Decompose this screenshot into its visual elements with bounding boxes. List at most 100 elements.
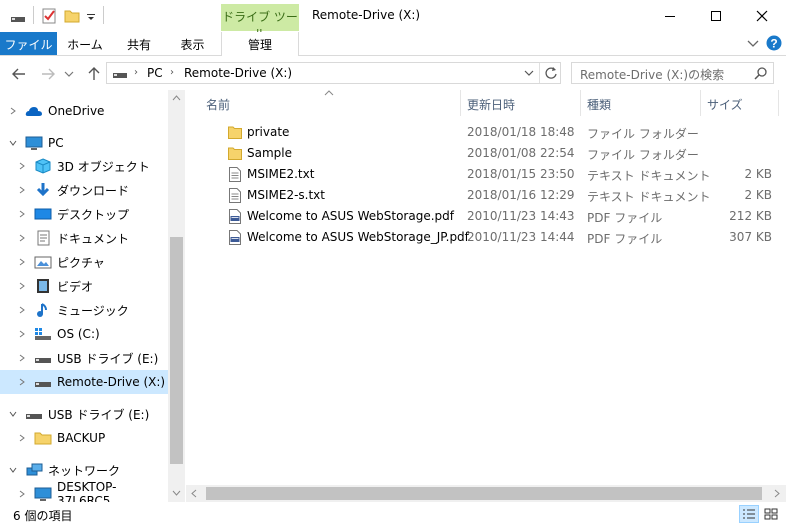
tab-manage[interactable]: 管理 (221, 32, 299, 56)
svg-text:?: ? (770, 37, 777, 51)
minimize-button[interactable] (647, 0, 693, 31)
nav-scrollbar[interactable] (168, 90, 185, 502)
nav-scroll-thumb[interactable] (170, 237, 183, 464)
back-button[interactable] (9, 64, 29, 84)
drive-tools-header: ドライブ ツール (221, 4, 299, 41)
search-icon[interactable] (754, 66, 768, 80)
breadcrumb-remote-drive[interactable]: Remote-Drive (X:) (184, 66, 292, 80)
nav-item-label: ドキュメント (57, 231, 130, 246)
nav-item-desktop-computer[interactable]: DESKTOP-37L6RC5 (0, 480, 168, 502)
nav-item-3d-objects[interactable]: 3D オブジェクト (0, 154, 168, 178)
qat-divider (103, 6, 104, 24)
properties-icon[interactable] (41, 8, 57, 24)
column-separator[interactable] (580, 90, 581, 116)
recent-locations-button[interactable] (62, 64, 76, 84)
address-row: › PC › Remote-Drive (X:) Remote-Drive (X… (0, 57, 786, 90)
qat-divider (33, 6, 34, 24)
details-view-button[interactable] (739, 505, 759, 523)
file-row[interactable]: MSIME2-s.txt 2018/01/16 12:29 テキスト ドキュメン… (206, 185, 776, 206)
tab-share[interactable]: 共有 (113, 32, 165, 55)
chevron-right-icon (10, 107, 16, 115)
maximize-button[interactable] (693, 0, 739, 31)
computer-icon (34, 487, 52, 501)
nav-item-desktop[interactable]: デスクトップ (0, 202, 168, 226)
expand-ribbon-button[interactable] (746, 36, 760, 50)
nav-item-remote-drive[interactable]: Remote-Drive (X:) (0, 370, 168, 394)
nav-item-label: Remote-Drive (X:) (57, 375, 166, 389)
nav-item-downloads[interactable]: ダウンロード (0, 178, 168, 202)
tab-file[interactable]: ファイル (0, 32, 57, 55)
3d-objects-icon (35, 158, 51, 174)
ribbon-tabs: ファイル ホーム 共有 表示 管理 ? (0, 32, 786, 56)
refresh-button[interactable] (544, 66, 558, 80)
file-size: 212 KB (729, 209, 772, 223)
nav-item-onedrive[interactable]: OneDrive (0, 99, 168, 123)
videos-icon (37, 279, 49, 293)
nav-item-label: USB ドライブ (E:) (57, 351, 159, 366)
text-file-icon (229, 188, 241, 203)
nav-item-label: デスクトップ (57, 207, 130, 222)
column-header-date[interactable]: 更新日時 (467, 96, 515, 113)
nav-item-pictures[interactable]: ピクチャ (0, 250, 168, 274)
column-separator[interactable] (700, 90, 701, 116)
nav-item-backup[interactable]: BACKUP (0, 426, 168, 450)
address-divider (539, 63, 540, 83)
chevron-right-icon (19, 234, 25, 242)
address-bar[interactable]: › PC › Remote-Drive (X:) (106, 62, 561, 84)
horizontal-scroll-thumb[interactable] (206, 487, 762, 500)
folder-icon (34, 432, 52, 445)
qat-dropdown-icon[interactable] (86, 8, 96, 24)
help-icon: ? (766, 35, 782, 51)
scroll-down-icon (172, 490, 181, 496)
network-icon (26, 463, 43, 476)
chevron-down-icon (747, 40, 759, 47)
file-type: PDF ファイル (587, 211, 663, 225)
file-row[interactable]: Sample 2018/01/08 22:54 ファイル フォルダー (206, 143, 776, 164)
chevron-down-icon (524, 70, 534, 76)
horizontal-scrollbar[interactable] (186, 485, 786, 502)
maximize-icon (711, 10, 721, 21)
file-row[interactable]: Welcome to ASUS WebStorage_JP.pdf 2010/1… (206, 227, 776, 248)
music-icon (37, 303, 47, 317)
column-header-type[interactable]: 種類 (587, 96, 611, 113)
file-row[interactable]: Welcome to ASUS WebStorage.pdf 2010/11/2… (206, 206, 776, 227)
nav-item-label: OS (C:) (57, 327, 100, 341)
nav-item-documents[interactable]: ドキュメント (0, 226, 168, 250)
column-separator[interactable] (778, 90, 779, 116)
drive-icon (112, 66, 128, 80)
file-name: Welcome to ASUS WebStorage.pdf (247, 209, 454, 223)
new-folder-icon[interactable] (64, 8, 80, 24)
column-header-size[interactable]: サイズ (707, 96, 743, 113)
close-button[interactable] (739, 0, 785, 31)
large-icons-view-icon (764, 508, 778, 520)
nav-item-music[interactable]: ミュージック (0, 298, 168, 322)
nav-item-os-c[interactable]: OS (C:) (0, 322, 168, 346)
tab-view[interactable]: 表示 (165, 32, 220, 55)
nav-item-usb-e[interactable]: USB ドライブ (E:) (0, 346, 168, 370)
up-button[interactable] (84, 64, 104, 84)
title-bar: ドライブ ツール Remote-Drive (X:) (0, 0, 786, 41)
minimize-icon (665, 15, 675, 17)
nav-item-pc[interactable]: PC (0, 131, 168, 155)
scroll-left-icon (191, 489, 197, 498)
breadcrumb-pc[interactable]: PC (147, 66, 163, 80)
address-history-button[interactable] (522, 66, 536, 80)
search-input[interactable]: Remote-Drive (X:)の検索 (580, 66, 724, 83)
tab-home[interactable]: ホーム (57, 32, 113, 55)
nav-item-videos[interactable]: ビデオ (0, 274, 168, 298)
chevron-right-icon (19, 186, 25, 194)
nav-item-label: ダウンロード (57, 183, 130, 198)
column-header-name[interactable]: 名前 (206, 96, 230, 113)
file-row[interactable]: MSIME2.txt 2018/01/15 23:50 テキスト ドキュメント … (206, 164, 776, 185)
forward-button[interactable] (38, 64, 58, 84)
up-arrow-icon (88, 67, 100, 80)
column-separator[interactable] (460, 90, 461, 116)
search-box[interactable]: Remote-Drive (X:)の検索 (571, 62, 774, 84)
large-icons-view-button[interactable] (761, 505, 781, 523)
nav-item-usb-e-root[interactable]: USB ドライブ (E:) (0, 402, 168, 426)
file-name: Sample (247, 146, 292, 160)
nav-item-network[interactable]: ネットワーク (0, 458, 168, 482)
help-button[interactable]: ? (766, 35, 782, 51)
sort-ascending-icon (324, 90, 334, 96)
file-row[interactable]: private 2018/01/18 18:48 ファイル フォルダー (206, 122, 776, 143)
